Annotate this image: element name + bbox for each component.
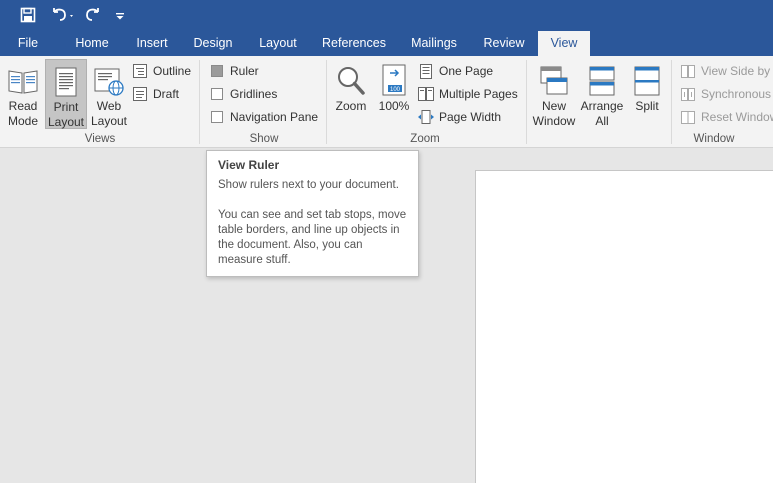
zoom-label: Zoom [335, 99, 367, 113]
ruler-check-box[interactable] [211, 65, 223, 77]
magnifier-icon [338, 67, 365, 95]
view-side-by-side-button[interactable]: View Side by S [680, 61, 773, 81]
tab-mailings[interactable]: Mailings [404, 31, 464, 56]
redo-icon [86, 8, 99, 21]
navigation-pane-label: Navigation Pane [230, 110, 319, 124]
zoom-100-label: 100% [378, 99, 410, 113]
arrange-all-icon [589, 66, 615, 96]
reset-window-position-button[interactable]: Reset Window [680, 107, 773, 127]
tab-file[interactable]: File [8, 31, 48, 56]
print-layout-icon [55, 67, 77, 97]
view-side-by-side-label: View Side by S [701, 64, 773, 78]
one-page-button[interactable]: One Page [418, 61, 493, 81]
synchronous-scrolling-label: Synchronous S [701, 87, 773, 101]
page-width-button[interactable]: Page Width [418, 107, 501, 127]
one-page-icon [418, 63, 434, 79]
tooltip-details: You can see and set tab stops, move tabl… [218, 209, 407, 266]
view-side-by-side-icon [680, 63, 696, 79]
one-page-label: One Page [439, 64, 494, 78]
new-window-label: New Window [532, 99, 576, 128]
ribbon: Read Mode Print Layout Web Layout Outlin… [0, 56, 773, 148]
synchronous-scrolling-icon [680, 86, 696, 102]
tab-layout[interactable]: Layout [253, 31, 303, 56]
outline-icon [132, 63, 148, 79]
new-window-button[interactable]: New Window [530, 59, 578, 129]
save-button[interactable] [16, 3, 40, 27]
navigation-pane-checkbox[interactable]: Navigation Pane [209, 107, 318, 127]
web-layout-icon [94, 68, 124, 96]
new-window-icon [540, 66, 568, 95]
draft-button[interactable]: Draft [132, 84, 179, 104]
tab-view[interactable]: View [538, 31, 590, 56]
multiple-pages-button[interactable]: Multiple Pages [418, 84, 518, 104]
split-button[interactable]: Split [627, 59, 667, 129]
tooltip-description: Show rulers next to your document. [218, 179, 399, 191]
customize-qat-button[interactable] [112, 3, 128, 27]
split-icon [634, 66, 660, 96]
tab-references[interactable]: References [318, 31, 390, 56]
web-layout-button[interactable]: Web Layout [88, 59, 130, 129]
tooltip-title: View Ruler [218, 158, 280, 172]
document-page[interactable] [475, 170, 773, 483]
undo-icon [53, 8, 73, 21]
zoom-100-icon: 100 [382, 64, 406, 96]
draft-label: Draft [153, 87, 180, 101]
arrange-all-button[interactable]: Arrange All [578, 59, 626, 129]
undo-button[interactable] [48, 3, 78, 27]
gridlines-check-box[interactable] [211, 88, 223, 100]
gridlines-checkbox[interactable]: Gridlines [209, 84, 277, 104]
tab-insert[interactable]: Insert [130, 31, 174, 56]
group-separator [671, 60, 672, 144]
read-mode-label: Read Mode [7, 99, 39, 128]
group-label-zoom: Zoom [410, 133, 440, 145]
group-separator [526, 60, 527, 144]
tab-design[interactable]: Design [188, 31, 238, 56]
quick-access-toolbar [0, 0, 773, 31]
page-width-label: Page Width [439, 110, 502, 124]
tab-home[interactable]: Home [69, 31, 115, 56]
print-layout-label: Print Layout [47, 100, 85, 129]
group-separator [199, 60, 200, 144]
ruler-checkbox[interactable]: Ruler [209, 61, 259, 81]
outline-label: Outline [153, 64, 192, 78]
customize-qat-icon [116, 13, 124, 20]
ruler-tooltip: View Ruler Show rulers next to your docu… [206, 150, 419, 277]
draft-icon [132, 86, 148, 102]
multiple-pages-label: Multiple Pages [439, 87, 518, 101]
group-label-views: Views [84, 133, 116, 145]
svg-text:100: 100 [390, 87, 401, 93]
reset-window-position-label: Reset Window [701, 110, 773, 124]
reset-window-position-icon [680, 109, 696, 125]
multiple-pages-icon [418, 86, 434, 102]
gridlines-label: Gridlines [230, 87, 278, 101]
page-width-icon [418, 109, 434, 125]
read-mode-icon [8, 70, 38, 94]
split-label: Split [635, 99, 659, 113]
save-icon [20, 7, 36, 23]
arrange-all-label: Arrange All [580, 99, 624, 128]
group-label-window: Window [693, 133, 735, 145]
group-label-show: Show [249, 133, 279, 145]
read-mode-button[interactable]: Read Mode [2, 59, 44, 129]
redo-button[interactable] [82, 3, 104, 27]
zoom-button[interactable]: Zoom [331, 59, 371, 129]
zoom-100-button[interactable]: 100 100% [374, 59, 414, 129]
ruler-label: Ruler [230, 64, 259, 78]
synchronous-scrolling-button[interactable]: Synchronous S [680, 84, 773, 104]
group-separator [326, 60, 327, 144]
tab-review[interactable]: Review [478, 31, 530, 56]
web-layout-label: Web Layout [90, 99, 128, 128]
print-layout-button[interactable]: Print Layout [45, 59, 87, 129]
outline-button[interactable]: Outline [132, 61, 191, 81]
navigation-pane-check-box[interactable] [211, 111, 223, 123]
ribbon-tabs: File Home Insert Design Layout Reference… [0, 31, 773, 56]
